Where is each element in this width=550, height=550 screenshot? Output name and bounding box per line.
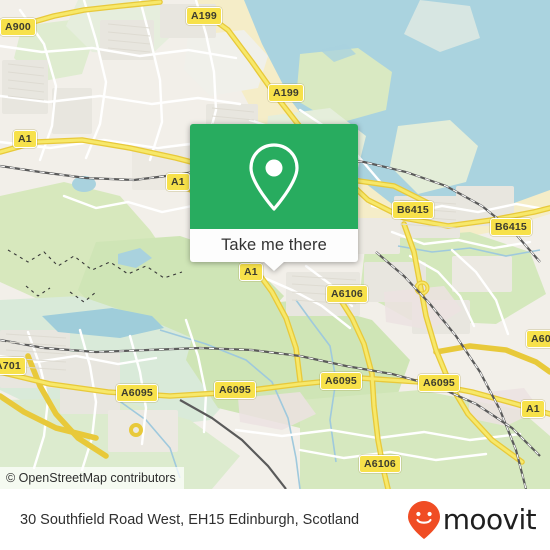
attribution-text: © OpenStreetMap contributors [6,471,176,485]
moovit-logo[interactable]: moovit [407,500,537,540]
road-shield: A1 [521,400,545,418]
road-shield: A199 [186,7,222,25]
map-screenshot-root: A900 A199 A199 A1 A1 B6415 B6415 A1 A6106 A6095 A7… [0,0,550,550]
road-shield: A199 [268,84,304,102]
moovit-wordmark: moovit [442,503,537,536]
road-shield: A6106 [359,455,401,473]
road-shield: A6095 [214,381,256,399]
road-shield: A701 [0,357,26,375]
footer-bar: 30 Southfield Road West, EH15 Edinburgh,… [0,489,550,550]
map-attribution: © OpenStreetMap contributors [0,467,184,489]
moovit-pin-icon [407,500,440,539]
location-pin-icon [249,142,299,211]
road-shield: A1 [166,173,190,191]
take-me-there-label: Take me there [221,236,327,254]
road-shield: A900 [0,18,36,36]
map-canvas[interactable]: A900 A199 A199 A1 A1 B6415 B6415 A1 A6106 A6095 A7… [0,0,550,489]
road-shield: A6106 [326,285,368,303]
popup-action-area[interactable]: Take me there [190,229,358,271]
road-shield: A6095 [418,374,460,392]
road-shield: A6095 [116,384,158,402]
road-shield: A1 [239,263,263,281]
road-shield: B6415 [490,218,532,236]
popup-tail-pointer [263,261,285,271]
location-popup-card[interactable]: Take me there [190,124,358,271]
popup-image-area [190,124,358,229]
road-shield: A6095 [526,330,550,348]
road-shield: A1 [13,130,37,148]
road-shield: B6415 [392,201,434,219]
road-shield: A6095 [320,372,362,390]
address-label: 30 Southfield Road West, EH15 Edinburgh,… [20,511,360,528]
